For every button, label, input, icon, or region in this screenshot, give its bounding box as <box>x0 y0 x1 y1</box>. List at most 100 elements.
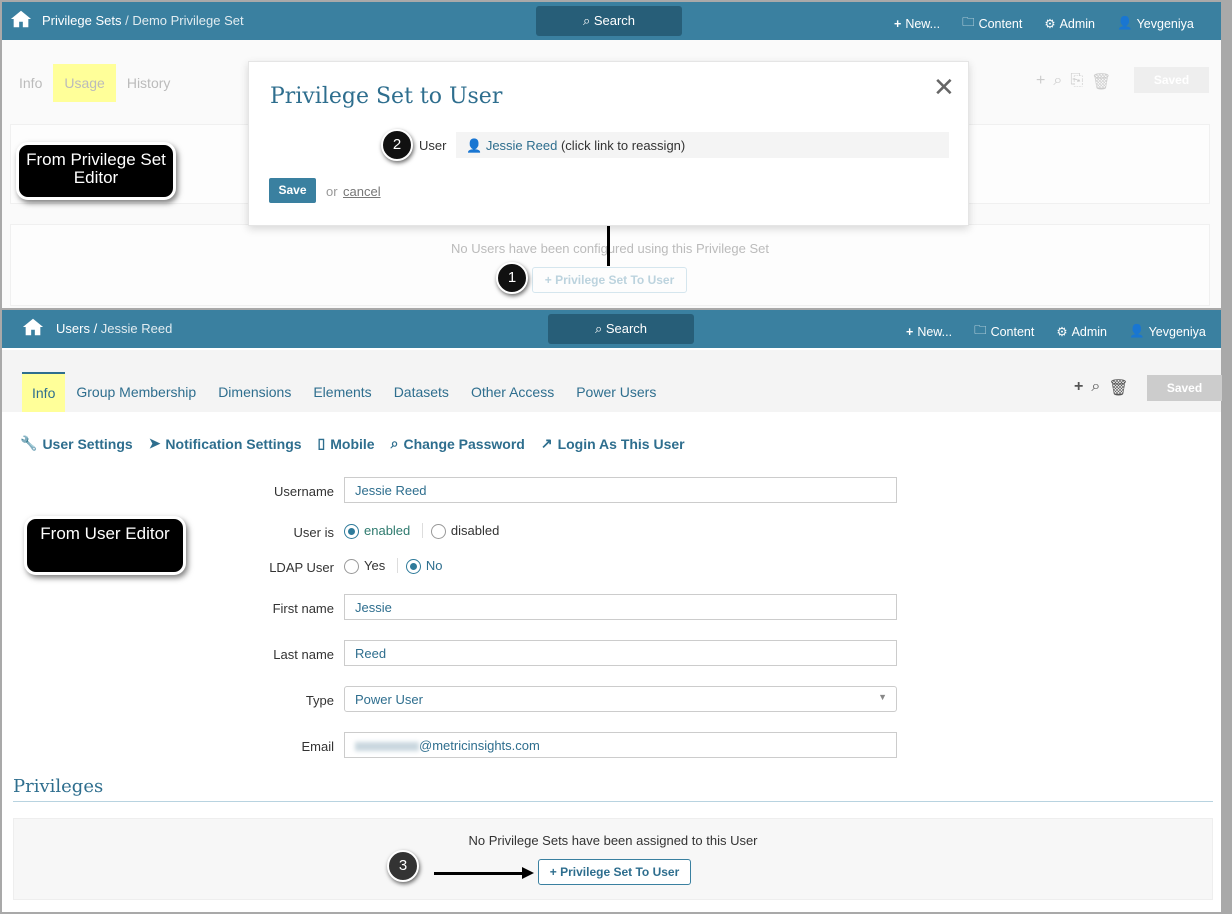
step-1-badge: 1 <box>496 262 528 294</box>
tab-other-access[interactable]: Other Access <box>460 372 565 412</box>
search-label: Search <box>605 321 648 336</box>
tab-dimensions[interactable]: Dimensions <box>207 372 302 412</box>
wrench-icon: 🔧 <box>20 435 38 451</box>
user-actions: 🔧 User Settings ➤ Notification Settings ▯ M… <box>20 435 685 452</box>
login-as-user-label: Login As This User <box>557 435 685 452</box>
username-label: Username <box>274 484 334 499</box>
type-select[interactable]: Power User ▼ <box>344 686 897 712</box>
user-hint: (click link to reassign) <box>557 138 686 153</box>
last-name-input[interactable]: Reed <box>344 640 897 666</box>
cancel-link[interactable]: cancel <box>343 184 381 199</box>
trash-icon[interactable]: 🗑 <box>1108 378 1128 398</box>
content-label: Content <box>978 16 1023 31</box>
save-button[interactable]: Save <box>269 178 316 203</box>
chevron-down-icon: ▼ <box>878 692 887 702</box>
email-blurred-part <box>355 742 419 752</box>
users-box: No Users have been configured using this… <box>10 224 1210 306</box>
search-button[interactable]: ⌕ Search <box>536 6 682 36</box>
type-label: Type <box>305 693 334 708</box>
tab-info[interactable]: Info <box>22 372 66 412</box>
ldap-no-radio[interactable]: No <box>405 558 443 575</box>
new-button[interactable]: + New... <box>906 321 952 342</box>
top-header: Privilege Sets / Demo Privilege Set ⌕ Se… <box>2 2 1221 40</box>
username-input[interactable]: Jessie Reed <box>344 477 897 503</box>
admin-label: Admin <box>1071 324 1108 339</box>
top-nav: + New... 🗀 Content ⚙ Admin 👤 Yevgeniya <box>894 13 1194 34</box>
add-privilege-set-button-top[interactable]: + Privilege Set To User <box>532 267 687 293</box>
user-settings-label: User Settings <box>42 435 133 452</box>
tab-power-users[interactable]: Power Users <box>565 372 667 412</box>
notification-settings-label: Notification Settings <box>165 435 302 452</box>
notification-settings-link[interactable]: ➤ Notification Settings <box>149 435 302 452</box>
saved-button[interactable]: Saved <box>1147 375 1222 401</box>
content-button[interactable]: 🗀 Content <box>974 321 1034 342</box>
enabled-radio[interactable]: enabled <box>344 523 410 540</box>
user-label: Yevgeniya <box>1148 324 1206 339</box>
trash-icon[interactable]: 🗑 <box>1091 72 1111 92</box>
first-name-input[interactable]: Jessie <box>344 594 897 620</box>
email-input[interactable]: @metricinsights.com <box>344 732 897 758</box>
ldap-label: LDAP User <box>269 560 334 575</box>
search-icon[interactable]: ⌕ <box>1053 72 1062 92</box>
search-icon[interactable]: ⌕ <box>1091 378 1100 398</box>
no-label: No <box>425 558 443 573</box>
divider <box>396 558 398 573</box>
ldap-yes-radio[interactable]: Yes <box>344 558 385 575</box>
top-tabs: Info Usage History <box>8 64 181 102</box>
new-button[interactable]: + New... <box>894 13 940 34</box>
breadcrumb-parent[interactable]: Privilege Sets <box>42 13 121 28</box>
folder-icon: 🗀 <box>962 15 975 29</box>
content-button[interactable]: 🗀 Content <box>962 13 1022 34</box>
new-label: New... <box>905 16 941 31</box>
tab-datasets[interactable]: Datasets <box>383 372 460 412</box>
saved-button[interactable]: Saved <box>1134 67 1209 93</box>
user-settings-link[interactable]: 🔧 User Settings <box>20 435 133 452</box>
home-icon[interactable] <box>22 316 44 338</box>
breadcrumb-parent[interactable]: Users <box>56 321 90 336</box>
paper-plane-icon: ➤ <box>148 435 161 451</box>
radio-checked <box>405 559 421 575</box>
add-privilege-set-button[interactable]: + Privilege Set To User <box>538 859 691 885</box>
admin-button[interactable]: ⚙ Admin <box>1044 13 1095 34</box>
callout-privilege-set-editor: From Privilege Set Editor <box>16 142 176 200</box>
close-icon[interactable]: ✕ <box>933 72 955 103</box>
user-label: User <box>419 138 447 153</box>
radio-unchecked <box>430 524 446 540</box>
breadcrumb-current: Demo Privilege Set <box>132 13 244 28</box>
toolbar-icons: + ⌕ 🗑 <box>1074 378 1129 398</box>
tab-usage[interactable]: Usage <box>53 64 116 102</box>
tab-history[interactable]: History <box>116 64 182 102</box>
add-icon[interactable]: + <box>1036 72 1045 92</box>
external-link-icon: ↗ <box>540 435 553 451</box>
last-name-label: Last name <box>273 647 334 662</box>
change-password-label: Change Password <box>403 435 525 452</box>
tab-elements[interactable]: Elements <box>302 372 382 412</box>
user-field: 👤 Jessie Reed (click link to reassign) <box>456 132 949 158</box>
user-menu[interactable]: 👤 Yevgeniya <box>1117 13 1194 34</box>
step-3-badge: 3 <box>387 850 419 882</box>
gear-icon: ⚙ <box>1056 325 1068 339</box>
tab-info[interactable]: Info <box>8 64 53 102</box>
gear-icon: ⚙ <box>1044 17 1056 31</box>
radio-unchecked <box>344 559 359 575</box>
email-label: Email <box>301 739 334 754</box>
copy-icon[interactable]: ⎘ <box>1070 72 1083 92</box>
user-label: Yevgeniya <box>1136 16 1194 31</box>
change-password-link[interactable]: ⌕ Change Password <box>391 435 525 452</box>
add-icon[interactable]: + <box>1074 378 1083 398</box>
privileges-divider <box>13 801 1213 802</box>
admin-button[interactable]: ⚙ Admin <box>1056 321 1107 342</box>
disabled-radio[interactable]: disabled <box>430 523 499 540</box>
add-button-label: Privilege Set To User <box>555 273 675 287</box>
user-link[interactable]: Jessie Reed <box>486 138 558 153</box>
empty-privileges-text: No Privilege Sets have been assigned to … <box>468 833 758 848</box>
user-menu[interactable]: 👤 Yevgeniya <box>1129 321 1206 342</box>
mobile-link[interactable]: ▯ Mobile <box>318 435 375 452</box>
home-icon[interactable] <box>10 8 32 30</box>
breadcrumb-separator: / <box>89 321 101 336</box>
login-as-user-link[interactable]: ↗ Login As This User <box>541 435 685 452</box>
folder-icon: 🗀 <box>974 323 987 337</box>
search-label: Search <box>593 13 636 28</box>
tab-group-membership[interactable]: Group Membership <box>65 372 207 412</box>
search-button[interactable]: ⌕ Search <box>548 314 694 344</box>
